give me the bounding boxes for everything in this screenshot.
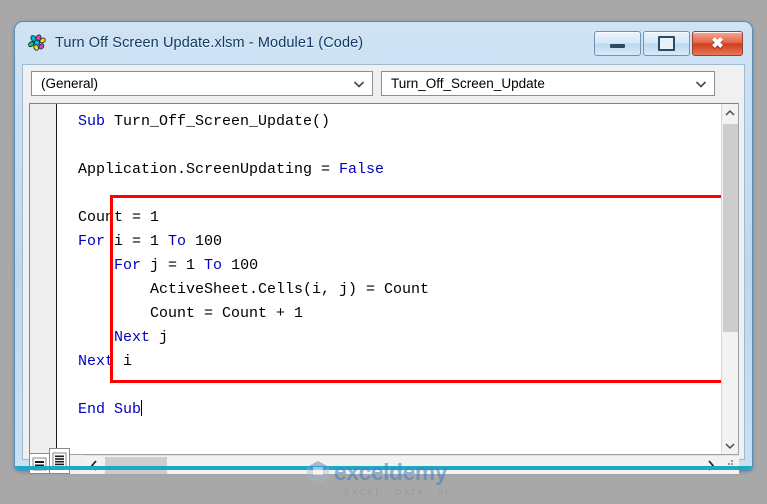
full-module-view-button[interactable] <box>49 448 70 474</box>
code-keyword: End <box>78 401 106 418</box>
maximize-icon <box>658 35 675 51</box>
procedure-combo-value: Turn_Off_Screen_Update <box>391 76 545 91</box>
code-keyword: For <box>78 233 106 250</box>
code-line: Count = Count + 1 <box>78 305 304 322</box>
object-combo-value: (General) <box>41 76 99 91</box>
code-keyword: Sub <box>114 401 142 418</box>
object-combo[interactable]: (General) <box>31 71 373 96</box>
code-keyword: Sub <box>78 113 106 130</box>
chevron-down-icon <box>694 77 708 91</box>
caption-buttons: ✖ <box>594 30 743 56</box>
combo-row: (General) Turn_Off_Screen_Update <box>23 65 744 102</box>
code-line: Next j <box>114 329 169 346</box>
resize-grip[interactable] <box>722 457 738 473</box>
horizontal-scroll-thumb[interactable] <box>105 456 167 474</box>
minimize-button[interactable] <box>594 30 641 56</box>
vbe-window: Turn Off Screen Update.xlsm - Module1 (C… <box>15 22 752 474</box>
code-line: Next i <box>78 353 133 370</box>
horizontal-scrollbar[interactable] <box>85 455 739 474</box>
scroll-right-arrow[interactable] <box>702 456 720 474</box>
vba-module-icon <box>27 33 47 53</box>
code-line: For j = 1 To 100 <box>114 257 259 274</box>
code-surface[interactable]: Sub Turn_Off_Screen_Update() Application… <box>58 104 721 454</box>
code-line: ActiveSheet.Cells(i, j) = Count <box>78 281 430 298</box>
text-caret <box>141 400 143 416</box>
code-keyword: Next <box>114 329 151 346</box>
vertical-scroll-thumb[interactable] <box>723 124 738 332</box>
vertical-scrollbar[interactable] <box>721 104 738 454</box>
code-line: Sub Turn_Off_Screen_Update() <box>78 113 331 130</box>
scroll-left-arrow[interactable] <box>85 456 103 474</box>
scroll-down-arrow[interactable] <box>722 437 738 454</box>
client-area: (General) Turn_Off_Screen_Update Sub Tur… <box>22 64 745 474</box>
code-keyword: Next <box>78 353 115 370</box>
code-text: Sub Turn_Off_Screen_Update() Application… <box>78 110 429 422</box>
code-line: End Sub <box>78 398 429 422</box>
code-keyword: For <box>114 257 142 274</box>
code-line: For i = 1 To 100 <box>78 233 223 250</box>
scroll-up-arrow[interactable] <box>722 104 738 121</box>
margin-indicator-bar[interactable] <box>30 104 57 454</box>
maximize-button[interactable] <box>643 30 690 56</box>
code-keyword: False <box>339 161 385 178</box>
code-keyword: To <box>168 233 187 250</box>
code-line: Application.ScreenUpdating = False <box>78 161 385 178</box>
code-editor-pane[interactable]: Sub Turn_Off_Screen_Update() Application… <box>29 103 739 455</box>
view-mode-buttons <box>29 448 70 474</box>
code-keyword: To <box>204 257 223 274</box>
window-title: Turn Off Screen Update.xlsm - Module1 (C… <box>55 35 364 51</box>
minimize-icon <box>610 44 625 48</box>
close-icon: ✖ <box>711 34 724 52</box>
watermark-tagline: EXCEL · DATA · BI <box>344 487 450 497</box>
bottom-bar <box>29 448 739 474</box>
close-button[interactable]: ✖ <box>692 30 743 56</box>
procedure-combo[interactable]: Turn_Off_Screen_Update <box>381 71 715 96</box>
procedure-view-button[interactable] <box>29 453 50 474</box>
chevron-down-icon <box>352 77 366 91</box>
title-bar: Turn Off Screen Update.xlsm - Module1 (C… <box>15 22 752 64</box>
code-line: Count = 1 <box>78 209 160 226</box>
